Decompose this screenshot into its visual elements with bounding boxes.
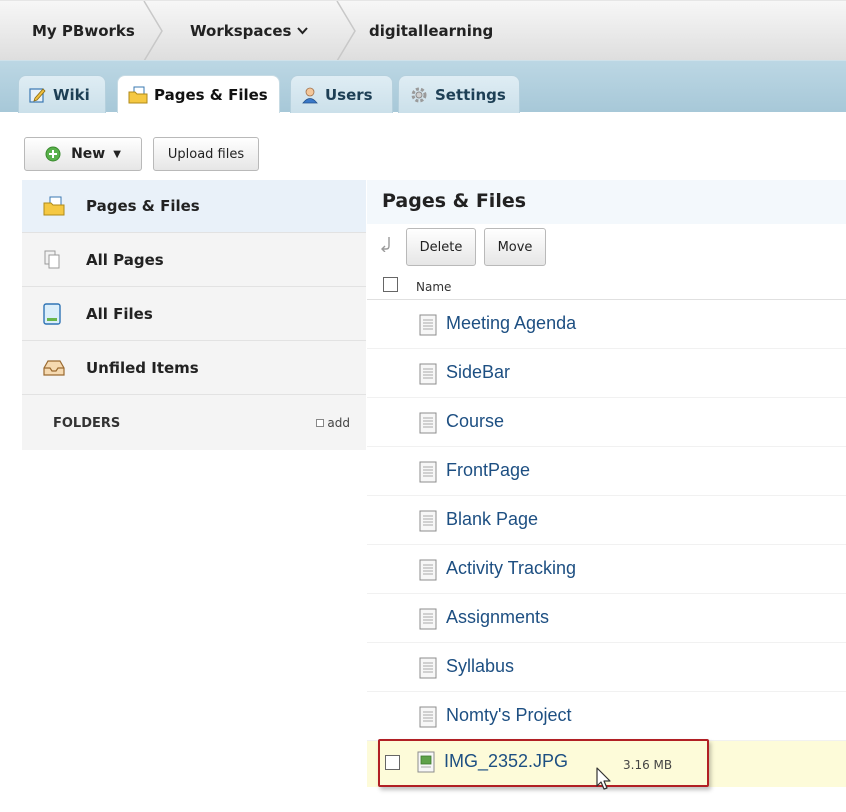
breadcrumb-separator [142, 1, 164, 61]
add-icon [316, 419, 325, 427]
column-header-name[interactable]: Name [416, 280, 451, 294]
tab-pages-files[interactable]: Pages & Files [117, 75, 280, 113]
breadcrumb-my-pbworks-label: My PBworks [32, 22, 135, 40]
breadcrumb-my-pbworks[interactable]: My PBworks [32, 1, 135, 61]
inbox-tray-icon [43, 359, 65, 377]
page-link[interactable]: Assignments [446, 607, 549, 628]
tab-users[interactable]: Users [290, 75, 393, 113]
page-link[interactable]: Activity Tracking [446, 558, 576, 579]
file-icon [43, 303, 61, 325]
page-row[interactable]: Activity Tracking [367, 545, 846, 594]
callout-highlight-box [378, 739, 709, 787]
user-icon [301, 86, 319, 104]
breadcrumb-separator [335, 1, 357, 61]
page-row[interactable]: Meeting Agenda [367, 300, 846, 349]
sidebar-item-unfiled-items[interactable]: Unfiled Items [22, 342, 366, 395]
sidebar-item-pages-files[interactable]: Pages & Files [22, 180, 366, 233]
sidebar-item-label: All Files [86, 305, 153, 323]
page-title: Pages & Files [382, 190, 527, 212]
sidebar-item-label: Unfiled Items [86, 359, 199, 377]
tab-wiki[interactable]: Wiki [18, 75, 106, 113]
tab-bar: Wiki Pages & Files Users Settings [0, 60, 846, 113]
new-button-label: New [71, 146, 106, 162]
upload-files-label: Upload files [167, 146, 245, 162]
move-button[interactable]: Move [484, 228, 546, 266]
upload-files-button[interactable]: Upload files [153, 137, 259, 171]
page-icon [419, 706, 437, 728]
folders-header: FOLDERS add [22, 396, 366, 450]
tab-pages-files-label: Pages & Files [154, 85, 268, 104]
dropdown-arrow-icon: ▼ [113, 148, 121, 160]
page-icon [419, 608, 437, 630]
sidebar: Pages & Files All Pages All Files Unfile… [22, 180, 366, 450]
page-icon [419, 363, 437, 385]
page-row[interactable]: Assignments [367, 594, 846, 643]
sidebar-item-label: Pages & Files [86, 197, 200, 215]
page-link[interactable]: SideBar [446, 362, 510, 383]
page-row[interactable]: Course [367, 398, 846, 447]
page-row[interactable]: Nomty's Project [367, 692, 846, 741]
new-button[interactable]: New ▼ [24, 137, 142, 171]
page-icon [419, 510, 437, 532]
add-folder-label: add [327, 416, 350, 430]
pages-stack-icon [43, 250, 63, 270]
page-link[interactable]: Nomty's Project [446, 705, 571, 726]
move-button-label: Move [497, 239, 533, 255]
delete-button[interactable]: Delete [406, 228, 476, 266]
page-icon [419, 657, 437, 679]
page-icon [419, 412, 437, 434]
folder-page-icon [43, 196, 65, 216]
page-icon [419, 314, 437, 336]
page-row[interactable]: FrontPage [367, 447, 846, 496]
select-all-checkbox[interactable] [383, 277, 398, 292]
tab-users-label: Users [325, 85, 373, 104]
gear-icon [409, 85, 429, 105]
page-row[interactable]: Blank Page [367, 496, 846, 545]
undo-arrow-icon [380, 236, 392, 256]
tab-settings-label: Settings [435, 85, 506, 104]
breadcrumb-workspaces[interactable]: Workspaces [190, 1, 309, 61]
page-link[interactable]: Syllabus [446, 656, 514, 677]
page-icon [419, 461, 437, 483]
add-folder-link[interactable]: add [316, 416, 350, 430]
page-row[interactable]: Syllabus [367, 643, 846, 692]
folders-label: FOLDERS [53, 415, 121, 431]
delete-button-label: Delete [419, 239, 463, 255]
sidebar-item-all-files[interactable]: All Files [22, 288, 366, 341]
chevron-down-icon [297, 24, 309, 38]
folder-page-icon [128, 86, 148, 104]
sidebar-item-label: All Pages [86, 251, 164, 269]
breadcrumb: My PBworks Workspaces digitallearning [0, 0, 846, 61]
plus-circle-icon [45, 146, 61, 162]
page-icon [419, 559, 437, 581]
breadcrumb-workspaces-label: Workspaces [190, 22, 292, 40]
page-row[interactable]: SideBar [367, 349, 846, 398]
page-link[interactable]: Blank Page [446, 509, 538, 530]
sidebar-item-all-pages[interactable]: All Pages [22, 234, 366, 287]
tab-wiki-label: Wiki [53, 85, 90, 104]
breadcrumb-current-label: digitallearning [369, 22, 494, 40]
page-link[interactable]: Course [446, 411, 504, 432]
pencil-edit-icon [29, 86, 47, 104]
page-link[interactable]: Meeting Agenda [446, 313, 576, 334]
mouse-pointer-icon [596, 767, 612, 795]
breadcrumb-current-workspace[interactable]: digitallearning [369, 1, 493, 61]
page-link[interactable]: FrontPage [446, 460, 530, 481]
tab-settings[interactable]: Settings [398, 75, 520, 113]
